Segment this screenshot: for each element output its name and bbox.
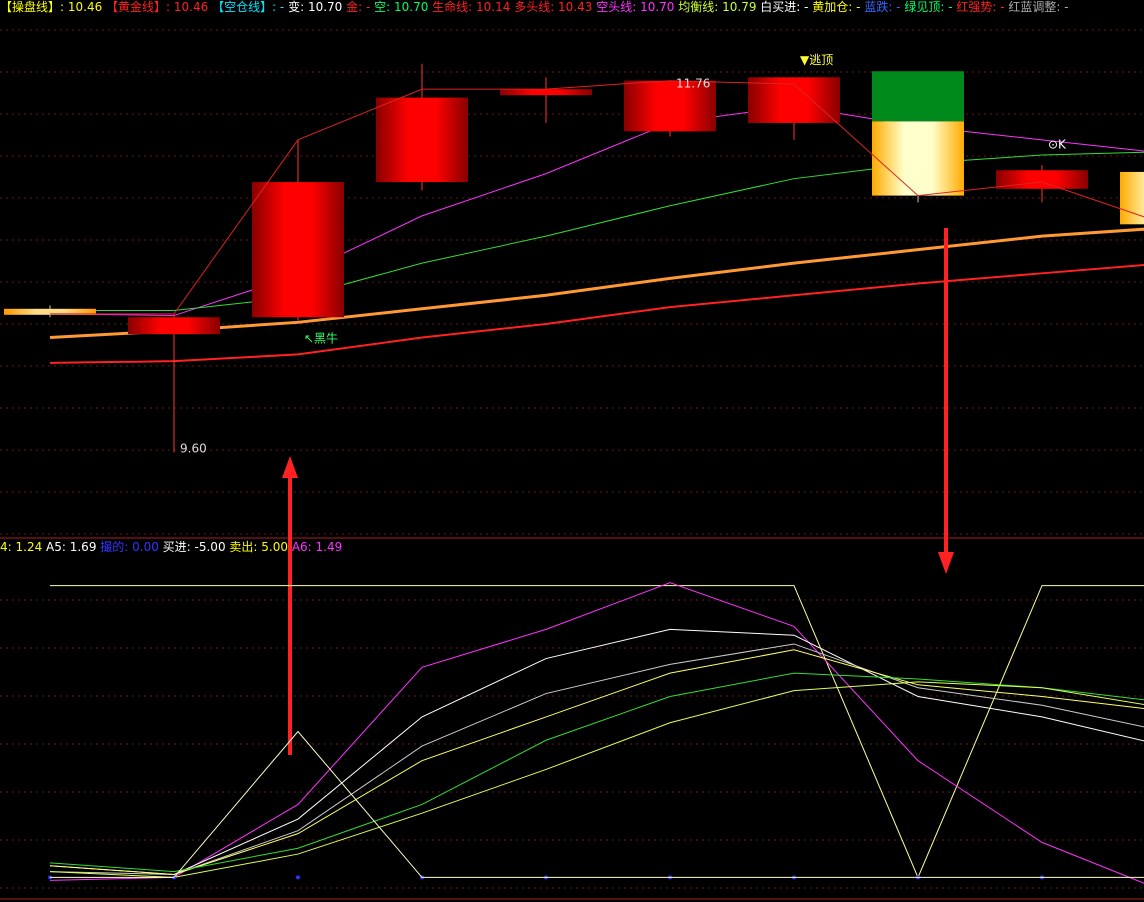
price-legend: 【操盘线】: 10.46 【黄金线】: 10.46 【空仓线】: - 变: 10…: [0, 0, 1069, 14]
ma-line-red: [49, 263, 1144, 364]
price-annotation: ⊙K: [1048, 137, 1067, 151]
top-legend-item-15: 红蓝调整: -: [1004, 0, 1069, 14]
bottom-legend-item-5: A6: 1.49: [288, 540, 343, 554]
indicator-legend: 4: 1.24 A5: 1.69 撮的: 0.00 买进: -5.00 卖出: …: [0, 540, 342, 554]
top-legend-item-9: 均衡线: 10.79: [674, 0, 757, 14]
candle-body: [252, 182, 344, 318]
top-legend-item-10: 白买进: -: [756, 0, 809, 14]
candle-top-block: [872, 71, 964, 122]
bottom-legend-item-2: 撮的: 0.00: [96, 540, 159, 554]
bottom-legend-item-1: A5: 1.69: [42, 540, 97, 554]
indicator-line-yellow-low: [49, 681, 1144, 878]
candle-body: [376, 97, 468, 183]
buy-arrow-head: [282, 456, 298, 478]
candle-body: [128, 317, 220, 335]
price-annotation: 9.60: [180, 441, 207, 455]
price-annotation: ↖黑牛: [304, 331, 338, 346]
bottom-legend-item-3: 买进: -5.00: [158, 540, 226, 554]
indicator-line-卖出: [50, 730, 1144, 878]
indicator-line-买进: [50, 585, 1144, 879]
bottom-legend-item-4: 卖出: 5.00: [225, 540, 288, 554]
top-legend-item-4: 金: -: [342, 0, 371, 14]
top-legend-item-1: 【黄金线】: 10.46: [102, 0, 209, 14]
top-legend-item-3: 变: 10.70: [284, 0, 343, 14]
price-annotation: 11.76: [676, 76, 710, 90]
candle-body: [500, 89, 592, 96]
ma-line-green: [50, 151, 1144, 311]
candle-body: [872, 121, 964, 196]
indicator-line-green-line: [49, 672, 1144, 873]
kline-chart[interactable]: 11.76 9.60 ▼逃顶 ↖黑牛 ⊙K: [0, 0, 1144, 902]
indicator-dot: [296, 875, 300, 880]
candle-body: [1120, 171, 1144, 225]
top-legend-item-11: 黄加仓: -: [808, 0, 861, 14]
top-legend-item-8: 空头线: 10.70: [592, 0, 675, 14]
top-legend-item-6: 生命线: 10.14: [428, 0, 511, 14]
price-annotation: ▼逃顶: [800, 53, 833, 67]
top-legend-item-2: 【空仓线】: -: [208, 0, 285, 14]
sell-arrow-head: [938, 552, 954, 574]
top-legend-item-5: 空: 10.70: [370, 0, 429, 14]
bottom-legend-item-0: 4: 1.24: [0, 540, 43, 554]
top-legend-item-7: 多头线: 10.43: [510, 0, 593, 14]
top-legend-item-0: 【操盘线】: 10.46: [0, 0, 103, 14]
indicator-line-white-a: [49, 628, 1144, 875]
indicator-line-magenta-line: [49, 582, 1144, 884]
top-legend-item-12: 蓝跌: -: [860, 0, 901, 14]
top-legend-item-13: 绿见顶: -: [900, 0, 953, 14]
ma-line-magenta: [49, 105, 1144, 317]
top-legend-item-14: 红强势: -: [952, 0, 1005, 14]
